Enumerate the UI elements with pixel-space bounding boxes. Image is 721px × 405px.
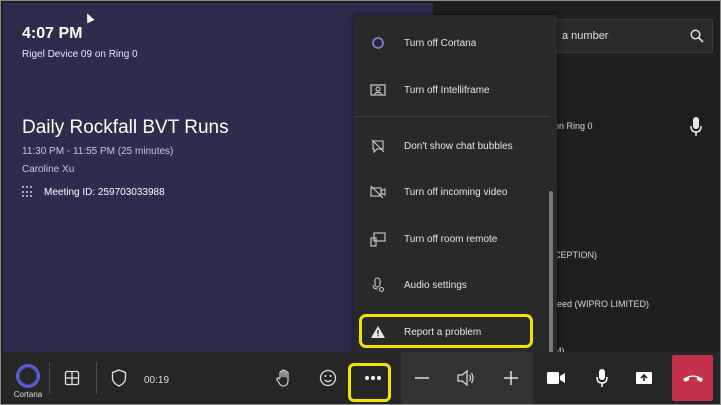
menu-item-label: Audio settings — [404, 279, 467, 291]
meeting-id: Meeting ID: 259703033988 — [44, 186, 165, 198]
reactions-button[interactable] — [313, 352, 343, 404]
search-placeholder: a number — [562, 30, 609, 42]
menu-item-label: Don't show chat bubbles — [404, 140, 513, 152]
menu-scrollbar[interactable] — [549, 191, 553, 356]
more-options-highlight — [348, 363, 391, 402]
camera-button[interactable] — [541, 352, 571, 404]
volume-down-button[interactable] — [407, 352, 437, 404]
device-name: Rigel Device 09 on Ring 0 — [22, 49, 138, 60]
menu-item-turn-off-room-remote[interactable]: Turn off room remote — [354, 219, 549, 259]
menu-item-label: Turn off room remote — [404, 233, 498, 245]
security-button[interactable] — [104, 352, 134, 404]
volume-up-button[interactable] — [496, 352, 526, 404]
more-options-menu: Turn off Cortana Turn off Intelliframe D… — [354, 15, 557, 360]
toolbar-divider — [96, 362, 97, 394]
speaker-icon — [457, 369, 474, 387]
smiley-icon — [319, 369, 337, 387]
menu-divider — [354, 116, 549, 117]
hang-up-button[interactable] — [672, 355, 713, 401]
meeting-id-row: Meeting ID: 259703033988 — [22, 186, 165, 198]
menu-item-label: Turn off Intelliframe — [404, 84, 490, 96]
mute-button[interactable] — [587, 352, 617, 404]
microphone-icon — [596, 369, 608, 387]
mouse-cursor-icon — [83, 11, 95, 24]
menu-item-turn-off-incoming-video[interactable]: Turn off incoming video — [354, 172, 549, 212]
room-remote-icon — [370, 231, 386, 247]
hang-up-icon — [682, 375, 703, 382]
grid-layout-icon — [64, 370, 80, 386]
report-problem-highlight — [359, 314, 533, 348]
toolbar-divider — [49, 362, 50, 394]
meeting-title: Daily Rockfall BVT Runs — [22, 117, 229, 138]
raise-hand-button[interactable] — [269, 352, 299, 404]
video-camera-icon — [547, 372, 565, 384]
volume-button[interactable] — [451, 352, 481, 404]
participant-partial-text: reed (WIPRO LIMITED) — [554, 299, 650, 309]
chat-bubble-off-icon — [370, 138, 386, 154]
plus-icon — [504, 371, 518, 385]
dial-search-input[interactable]: a number — [553, 19, 713, 53]
dialpad-icon — [22, 186, 34, 198]
menu-item-turn-off-cortana[interactable]: Turn off Cortana — [354, 23, 549, 63]
layout-button[interactable] — [57, 352, 87, 404]
cortana-icon — [16, 363, 40, 388]
cortana-label: Cortana — [13, 389, 43, 399]
menu-item-audio-settings[interactable]: Audio settings — [354, 265, 549, 305]
clock-time: 4:07 PM — [22, 25, 83, 42]
shield-icon — [111, 369, 127, 387]
participant-partial-text: on Ring 0 — [554, 121, 593, 131]
menu-item-label: Turn off incoming video — [404, 186, 508, 198]
search-icon[interactable] — [690, 29, 704, 43]
share-screen-button[interactable] — [629, 352, 659, 404]
audio-settings-icon — [370, 277, 386, 293]
volume-control-group — [401, 352, 533, 404]
intelliframe-icon — [370, 82, 386, 98]
call-timer: 00:19 — [144, 375, 170, 386]
raise-hand-icon — [276, 369, 289, 387]
meeting-organizer: Caroline Xu — [22, 164, 75, 175]
teams-room-window: 4:07 PM Rigel Device 09 on Ring 0 Daily … — [0, 0, 721, 405]
video-off-icon — [370, 184, 386, 200]
microphone-icon[interactable] — [689, 116, 703, 138]
meeting-schedule: 11:30 PM - 11:55 PM (25 minutes) — [22, 146, 174, 157]
share-screen-icon — [636, 372, 652, 384]
cortana-button[interactable]: Cortana — [9, 352, 47, 404]
menu-item-turn-off-intelliframe[interactable]: Turn off Intelliframe — [354, 70, 549, 110]
menu-item-label: Turn off Cortana — [404, 37, 477, 49]
menu-item-dont-show-chat-bubbles[interactable]: Don't show chat bubbles — [354, 126, 549, 166]
participant-partial-text: CEPTION) — [554, 250, 598, 260]
cortana-circle-icon — [370, 35, 386, 51]
minus-icon — [415, 377, 429, 379]
